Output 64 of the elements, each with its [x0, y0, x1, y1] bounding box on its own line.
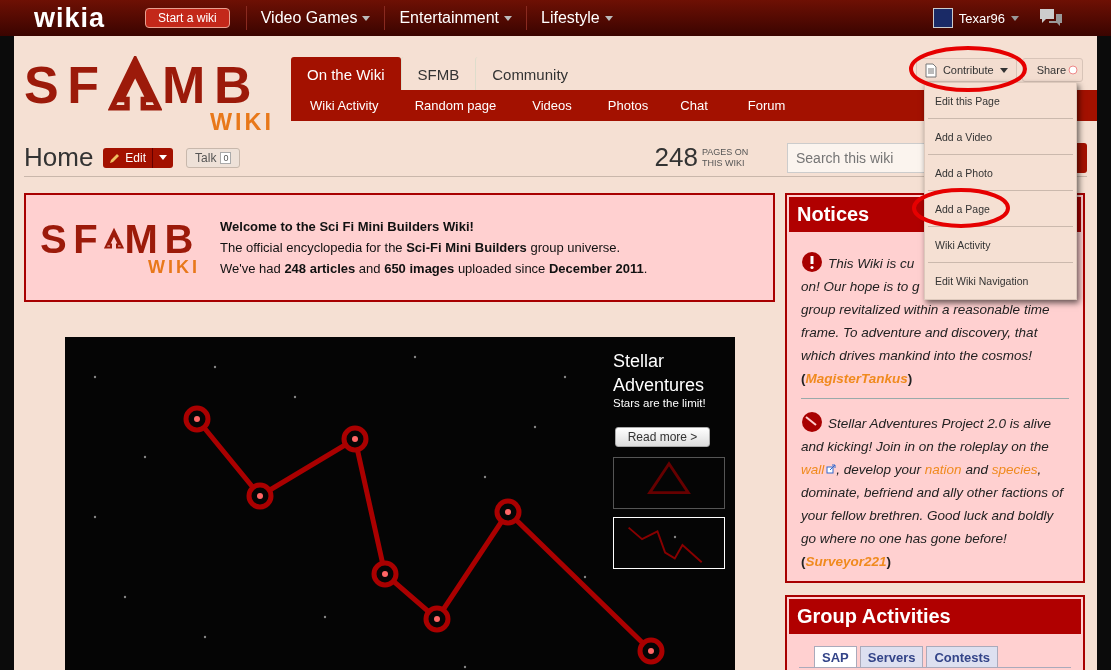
slide-thumbnail[interactable]	[613, 457, 725, 509]
nav-menu[interactable]: Entertainment	[385, 9, 526, 27]
welcome-text: The official encyclopedia for the Sci-Fi Mini Builders group universe.	[220, 240, 622, 255]
caret-icon	[1011, 15, 1019, 21]
page-title: Home	[24, 142, 94, 173]
user-avatar[interactable]	[932, 8, 953, 28]
nav-menu[interactable]: Lifestyle	[527, 9, 627, 27]
menu-item[interactable]: Add a Photo	[928, 155, 1073, 191]
talk-count: 0	[220, 151, 232, 164]
page-count: 248	[654, 142, 698, 173]
contribute-button[interactable]: Contribute	[915, 58, 1017, 82]
activity-tab[interactable]: Servers	[859, 646, 924, 667]
username-link[interactable]: Texar96	[958, 10, 1005, 26]
logo-text: SF	[24, 58, 108, 111]
menu-item[interactable]: Add a Video	[928, 119, 1073, 155]
circle-icon	[1068, 65, 1078, 75]
nav-tab[interactable]: On the Wiki	[291, 57, 401, 90]
chat-bubbles-icon[interactable]	[1039, 8, 1063, 28]
talk-button[interactable]: Talk 0	[186, 147, 241, 168]
alert-icon	[801, 251, 823, 273]
logo-subtitle: WIKI	[210, 109, 274, 137]
wikia-logo[interactable]: wikia	[34, 2, 106, 34]
caret-icon	[504, 15, 512, 21]
document-icon	[924, 62, 937, 78]
notice-author: (Surveyor221)	[801, 553, 893, 571]
subnav-link[interactable]: Random page	[414, 98, 497, 113]
subnav-link[interactable]: Forum	[747, 98, 786, 113]
activity-tab[interactable]: SAP	[814, 646, 857, 667]
logo-text: MB	[162, 58, 261, 111]
subnav-link[interactable]: Chat	[680, 98, 708, 113]
logo-text: MB	[124, 219, 200, 259]
slide-subtitle: Stars are the limit!	[613, 397, 707, 409]
menu-item[interactable]: Edit Wiki Navigation	[928, 263, 1073, 299]
caret-icon	[604, 15, 613, 21]
notice-text: frame. To adventure and discovery, that which drives mankind into the cosmos!	[801, 325, 1038, 363]
notice-text: group revitalized within a reasonable time	[801, 302, 1050, 317]
welcome-text: We've had 248 articles and 650 images uploaded since December 2011.	[220, 261, 648, 276]
external-link-icon	[826, 464, 837, 474]
subnav-link[interactable]: Wiki Activity	[310, 98, 379, 113]
logo-text: SF	[40, 219, 105, 259]
share-button[interactable]: Share	[1021, 58, 1083, 82]
menu-item[interactable]: Edit this Page	[928, 83, 1073, 119]
caret-icon	[362, 15, 371, 21]
notice-author: (MagisterTankus)	[801, 370, 914, 388]
caret-icon	[159, 155, 168, 160]
panel-title: Group Activities	[789, 599, 1081, 634]
start-wiki-button[interactable]: Start a wiki	[145, 8, 230, 28]
logo-subtitle: WIKI	[148, 257, 200, 278]
subnav-link[interactable]: Photos	[607, 98, 649, 113]
slide-title: Stellar Adventures	[613, 350, 706, 397]
notice-text: on! Our hope is to g	[801, 279, 920, 294]
planet-icon	[801, 411, 823, 433]
menu-item[interactable]: Wiki Activity	[928, 227, 1073, 263]
page-count-label: PAGES ON THIS WIKI	[702, 146, 750, 169]
activity-tab[interactable]: Contests	[926, 646, 999, 667]
welcome-title: Welcome to the Sci Fi Mini Builders Wiki!	[220, 219, 475, 234]
read-more-button[interactable]: Read more >	[615, 427, 710, 447]
notice-text: This Wiki is cu	[828, 256, 915, 271]
pencil-icon	[109, 151, 122, 164]
notice-text: Stellar Adventures Project 2.0 is alive and kicking! Join in on the roleplay on the wall , develop your nation and species, dominate, befriend and ally other factions of your fellow brethren. Good luck and boldly go where no one has gone before!	[801, 411, 1069, 550]
caret-icon	[999, 67, 1008, 73]
nav-menu[interactable]: Video Games	[246, 9, 385, 27]
subnav-link[interactable]: Videos	[532, 98, 572, 113]
menu-item[interactable]: Add a Page	[928, 191, 1073, 227]
